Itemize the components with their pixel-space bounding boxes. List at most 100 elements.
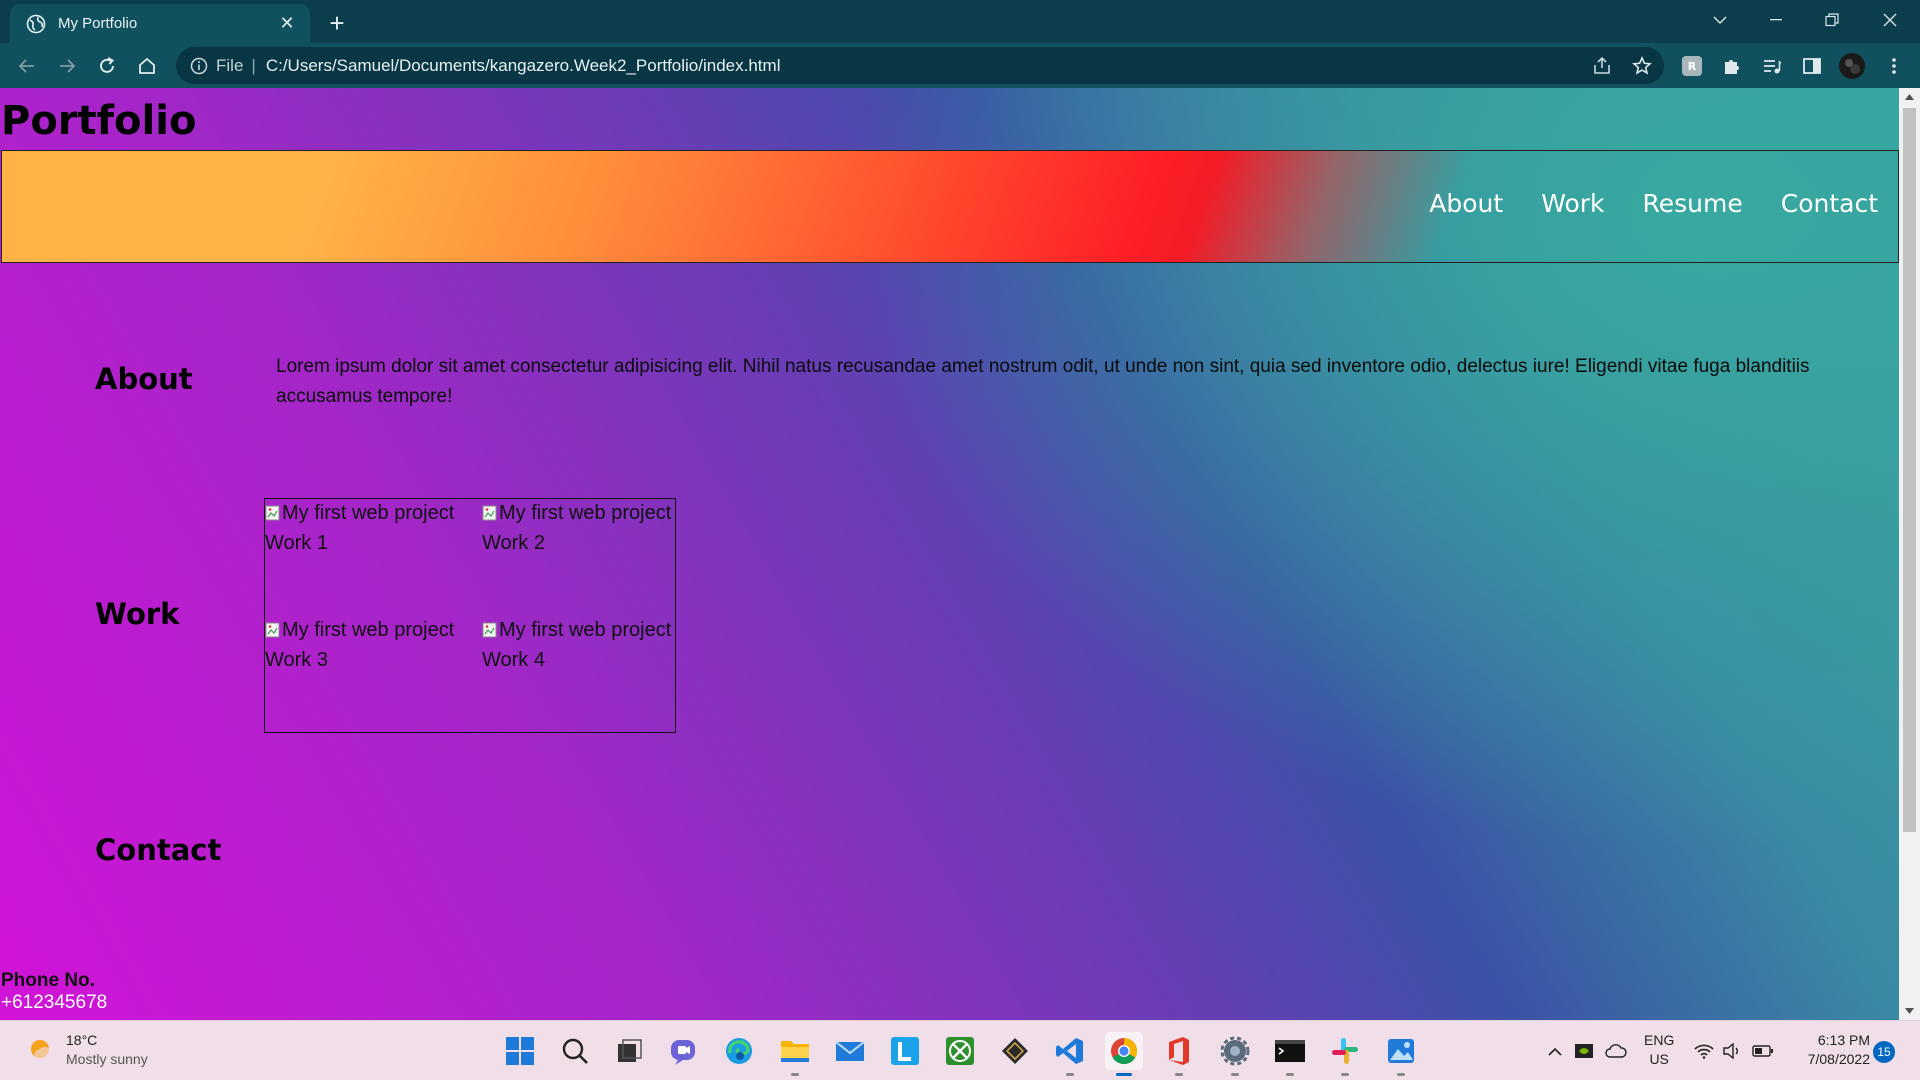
work-image-broken[interactable]: My first web project <box>265 615 475 645</box>
onedrive-cloud-icon[interactable] <box>1603 1037 1629 1065</box>
browser-tab-my-portfolio[interactable]: My Portfolio ✕ <box>10 4 310 43</box>
running-indicator <box>1397 1073 1405 1076</box>
share-icon[interactable] <box>1588 52 1616 80</box>
site-nav-bar: About Work Resume Contact <box>1 150 1899 263</box>
nvidia-tray-icon[interactable] <box>1572 1037 1596 1065</box>
work-image-broken[interactable]: My first web project <box>265 498 475 528</box>
weather-widget[interactable]: 18°C Mostly sunny <box>26 1031 148 1069</box>
info-icon[interactable] <box>190 57 208 75</box>
running-indicator <box>1341 1073 1349 1076</box>
extension-r-icon[interactable]: R <box>1678 52 1706 80</box>
edge-icon[interactable] <box>720 1032 758 1070</box>
home-button[interactable] <box>131 50 163 82</box>
extensions-puzzle-icon[interactable] <box>1718 52 1746 80</box>
scroll-down-arrow-icon[interactable] <box>1899 1002 1920 1020</box>
page-scrollbar[interactable] <box>1899 88 1920 1020</box>
work-item[interactable]: My first web project Work 4 <box>482 615 692 675</box>
address-separator: | <box>251 55 256 75</box>
running-indicator <box>1066 1073 1074 1076</box>
nav-links: About Work Resume Contact <box>1429 189 1878 218</box>
work-item[interactable]: My first web project Work 1 <box>265 498 475 558</box>
scrollbar-thumb[interactable] <box>1903 108 1916 832</box>
work-grid: My first web project Work 1 My first web… <box>264 498 676 733</box>
work-item[interactable]: My first web project Work 3 <box>265 615 475 675</box>
work-item[interactable]: My first web project Work 2 <box>482 498 692 558</box>
weather-description: Mostly sunny <box>66 1051 148 1067</box>
arrow-right-icon <box>60 59 76 73</box>
reload-button[interactable] <box>91 50 123 82</box>
close-tab-icon[interactable]: ✕ <box>276 13 298 35</box>
work-label: Work 1 <box>265 532 328 554</box>
search-icon[interactable] <box>556 1032 594 1070</box>
volume-icon[interactable] <box>1720 1037 1744 1065</box>
taskbar-clock[interactable]: 6:13 PM 7/08/2022 <box>1790 1031 1870 1069</box>
work-image-alt: My first web project <box>282 619 455 641</box>
phone-number[interactable]: +612345678 <box>1 992 107 1014</box>
xbox-icon[interactable] <box>941 1032 979 1070</box>
address-bar[interactable]: File | C:/Users/Samuel/Documents/kangaze… <box>176 47 1664 84</box>
vscode-icon[interactable] <box>1051 1032 1089 1076</box>
forward-button[interactable] <box>51 50 83 82</box>
work-label: Work 2 <box>482 532 545 554</box>
start-icon[interactable] <box>501 1032 539 1070</box>
nav-link-resume[interactable]: Resume <box>1643 189 1743 218</box>
clock-time: 6:13 PM <box>1817 1032 1870 1048</box>
scroll-up-arrow-icon[interactable] <box>1899 88 1920 106</box>
browser-toolbar: File | C:/Users/Samuel/Documents/kangaze… <box>0 43 1920 88</box>
game-app-icon[interactable] <box>996 1032 1034 1070</box>
wifi-icon[interactable] <box>1692 1037 1716 1065</box>
language-primary: ENG <box>1644 1032 1675 1048</box>
show-hidden-icons-chevron-icon[interactable] <box>1544 1037 1566 1065</box>
photos-icon[interactable] <box>1382 1032 1420 1076</box>
work-label: Work 4 <box>482 649 545 671</box>
file-explorer-icon[interactable] <box>776 1032 814 1076</box>
media-control-icon[interactable] <box>1758 52 1786 80</box>
close-window-button[interactable] <box>1862 0 1918 40</box>
globe-icon <box>26 14 46 33</box>
notification-count-badge[interactable]: 15 <box>1873 1041 1895 1063</box>
phone-label: Phone No. <box>1 970 95 991</box>
office-icon[interactable] <box>1160 1032 1198 1076</box>
battery-icon[interactable] <box>1750 1037 1776 1065</box>
back-button[interactable] <box>11 50 43 82</box>
nav-link-contact[interactable]: Contact <box>1781 189 1878 218</box>
mail-icon[interactable] <box>831 1032 869 1070</box>
weather-temperature: 18°C <box>66 1032 98 1048</box>
side-panel-icon[interactable] <box>1798 52 1826 80</box>
slack-icon[interactable] <box>1326 1032 1364 1076</box>
minimize-window-button[interactable] <box>1748 0 1804 40</box>
settings-icon[interactable] <box>1216 1032 1254 1076</box>
work-image-broken[interactable]: My first web project <box>482 498 692 528</box>
tab-title: My Portfolio <box>58 15 138 32</box>
page-viewport: Portfolio About Work Resume Contact Abou… <box>0 88 1899 1020</box>
windows-taskbar: 18°C Mostly sunny ENG US 6:13 PM 7/08/20… <box>0 1020 1920 1080</box>
nav-link-about[interactable]: About <box>1429 189 1503 218</box>
chrome-icon[interactable] <box>1105 1032 1143 1076</box>
work-heading: Work <box>95 597 180 631</box>
new-tab-button[interactable]: + <box>322 8 352 38</box>
restore-window-button[interactable] <box>1804 0 1860 40</box>
active-indicator <box>1116 1073 1132 1076</box>
site-title: Portfolio <box>1 98 197 144</box>
reload-icon <box>100 57 114 73</box>
profile-avatar[interactable] <box>1838 52 1866 80</box>
running-indicator <box>1231 1073 1239 1076</box>
broken-image-icon <box>482 622 497 638</box>
bookmark-star-icon[interactable] <box>1628 52 1656 80</box>
tab-search-chevron-icon[interactable] <box>1692 0 1748 40</box>
task-view-icon[interactable] <box>610 1032 648 1070</box>
terminal-icon[interactable] <box>1271 1032 1309 1076</box>
running-indicator <box>1175 1073 1183 1076</box>
work-image-broken[interactable]: My first web project <box>482 615 692 645</box>
file-scheme-label: File <box>216 55 244 75</box>
chat-icon[interactable] <box>665 1032 703 1070</box>
chrome-menu-icon[interactable] <box>1880 52 1908 80</box>
sun-cloud-icon <box>31 1040 56 1062</box>
l-app-icon[interactable] <box>886 1032 924 1070</box>
nav-link-work[interactable]: Work <box>1541 189 1604 218</box>
broken-image-icon <box>265 505 280 521</box>
work-image-alt: My first web project <box>499 502 672 524</box>
running-indicator <box>791 1073 799 1076</box>
language-indicator[interactable]: ENG US <box>1644 1031 1674 1069</box>
address-url: C:/Users/Samuel/Documents/kangazero.Week… <box>265 55 781 75</box>
